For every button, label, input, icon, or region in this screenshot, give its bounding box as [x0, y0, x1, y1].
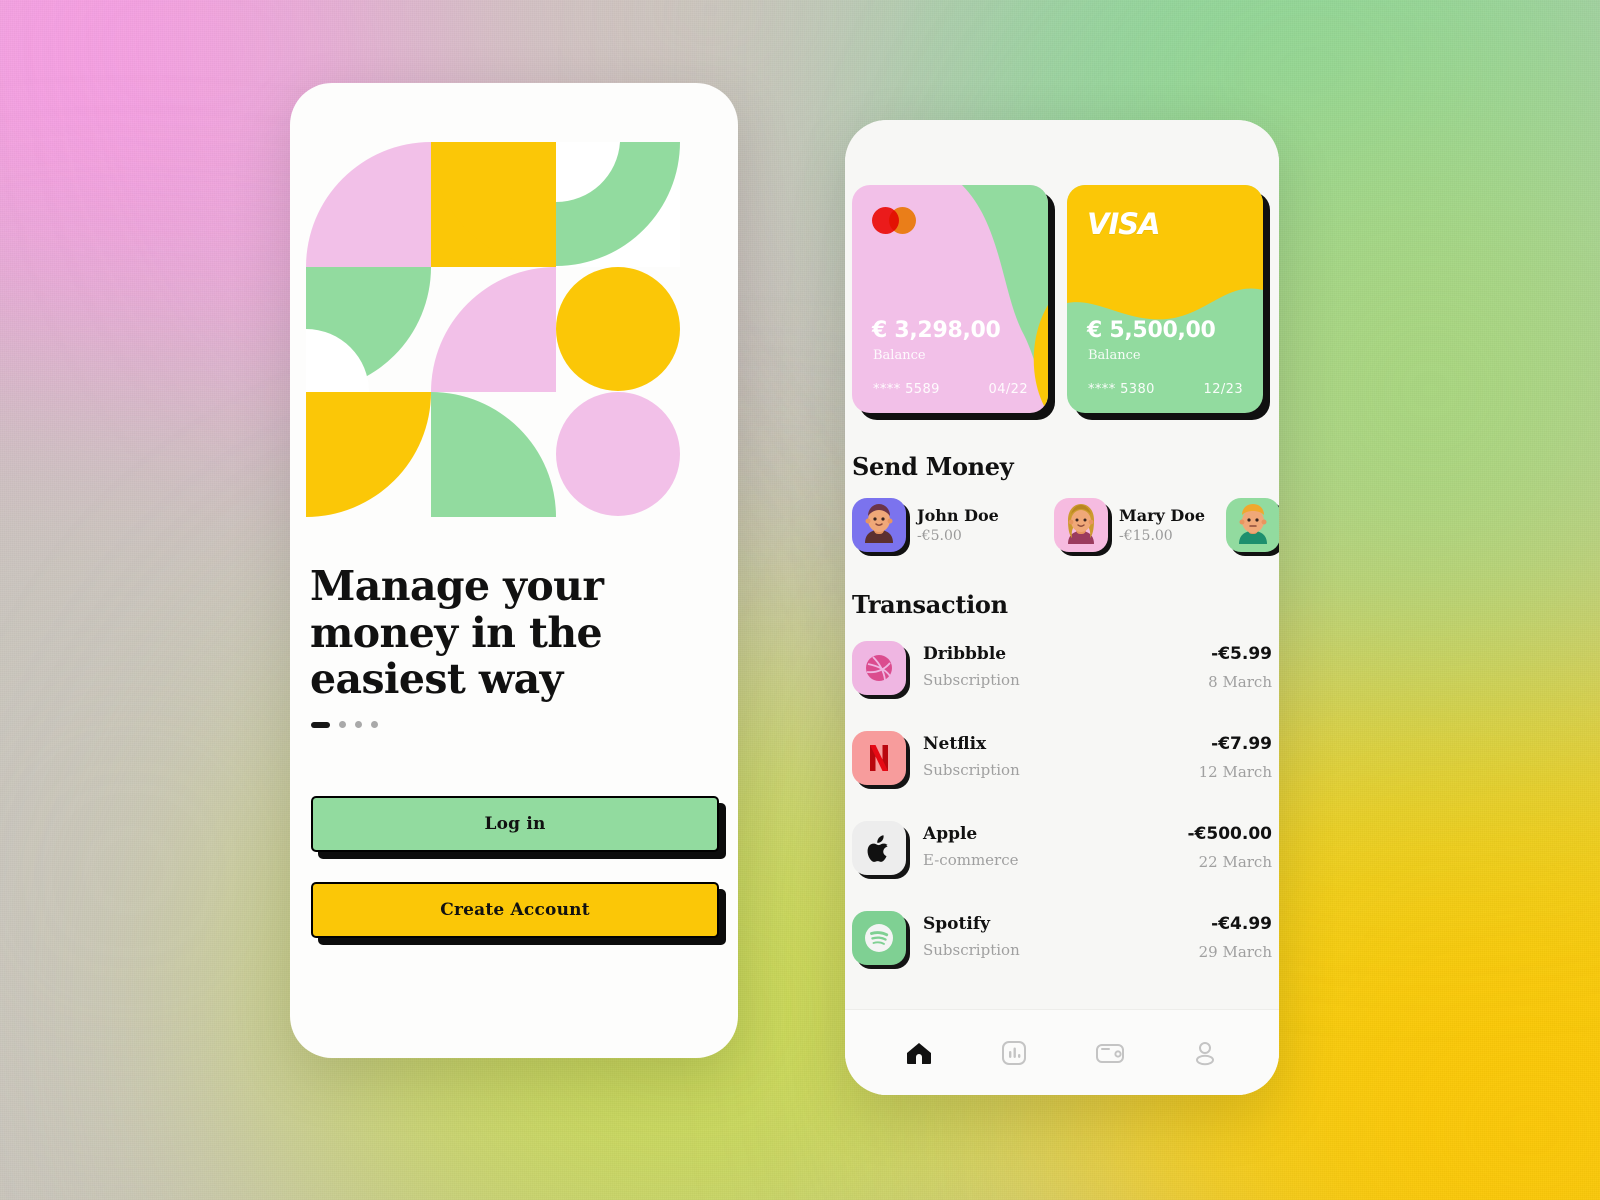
login-button[interactable]: Log in: [311, 796, 719, 852]
transaction-category: E-commerce: [923, 851, 1019, 869]
transaction-amount: -€500.00: [1187, 824, 1273, 844]
nav-item-statistics[interactable]: [991, 1030, 1037, 1076]
card-expiry: 04/22: [988, 382, 1028, 397]
transaction-merchant: Netflix: [923, 734, 987, 754]
apple-icon: [852, 821, 906, 875]
onboarding-headline: Manage your money in the easiest way: [310, 562, 604, 704]
geometric-pattern-svg: [306, 142, 680, 517]
table-row[interactable]: Dribbble Subscription -€5.99 8 March: [852, 633, 1272, 723]
spotify-icon: [852, 911, 906, 965]
onboarding-phone: Manage your money in the easiest way Log…: [290, 83, 738, 1058]
pagination-dot[interactable]: [355, 721, 362, 728]
table-row[interactable]: Netflix Subscription -€7.99 12 March: [852, 723, 1272, 813]
send-money-contacts[interactable]: John Doe -€5.00 Mary Doe -€15.00: [852, 498, 1279, 564]
card-balance-amount: € 5,500,00: [1087, 318, 1216, 343]
wallet-icon: [1095, 1043, 1124, 1063]
contact-amount: -€5.00: [917, 528, 962, 544]
send-money-contact[interactable]: John Doe -€5.00: [852, 498, 999, 552]
table-row[interactable]: Apple E-commerce -€500.00 22 March: [852, 813, 1272, 903]
boy-avatar-icon: [1239, 504, 1267, 544]
transaction-title: Transaction: [852, 590, 1008, 619]
card-balance-label: Balance: [1088, 348, 1141, 363]
background-gradient: [0, 0, 1600, 1200]
transaction-date: 12 March: [1198, 763, 1272, 781]
home-icon: [906, 1042, 931, 1064]
transaction-list: Dribbble Subscription -€5.99 8 March Net…: [852, 633, 1272, 993]
netflix-icon: [852, 731, 906, 785]
table-row[interactable]: Spotify Subscription -€4.99 29 March: [852, 903, 1272, 993]
card-number: **** 5380: [1088, 382, 1155, 397]
geometric-pattern-illustration: [306, 142, 680, 517]
card-balance-label: Balance: [873, 348, 926, 363]
payment-card-mastercard[interactable]: € 3,298,00 Balance **** 5589 04/22: [852, 185, 1048, 413]
person-icon: [1196, 1041, 1215, 1065]
pagination-dot-active[interactable]: [311, 721, 330, 728]
card-balance-amount: € 3,298,00: [872, 318, 1001, 343]
stats-icon: [1002, 1040, 1027, 1065]
send-money-title: Send Money: [852, 452, 1014, 481]
transaction-amount: -€5.99: [1211, 644, 1272, 664]
visa-wordmark: VISA: [1087, 207, 1161, 241]
transaction-category: Subscription: [923, 671, 1020, 689]
contact-amount: -€15.00: [1119, 528, 1173, 544]
transaction-date: 8 March: [1208, 673, 1272, 691]
bottom-navigation[interactable]: [845, 1009, 1279, 1095]
woman-avatar: [1054, 498, 1108, 552]
card-expiry: 12/23: [1203, 382, 1243, 397]
send-money-contact[interactable]: [1226, 498, 1279, 552]
send-money-contact[interactable]: Mary Doe -€15.00: [1054, 498, 1205, 552]
man-avatar-icon: [865, 504, 893, 543]
nav-item-wallet[interactable]: [1087, 1030, 1133, 1076]
dashboard-screen: € 3,298,00 Balance **** 5589 04/22 VISA …: [845, 120, 1279, 1095]
transaction-amount: -€4.99: [1211, 914, 1272, 934]
payment-card-visa[interactable]: VISA € 5,500,00 Balance **** 5380 12/23: [1067, 185, 1263, 413]
dribbble-icon: [852, 641, 906, 695]
transaction-category: Subscription: [923, 761, 1020, 779]
transaction-merchant: Apple: [923, 824, 978, 844]
pagination-dot[interactable]: [371, 721, 378, 728]
mastercard-icon: [872, 207, 916, 234]
woman-avatar-icon: [1068, 504, 1094, 544]
dashboard-phone: € 3,298,00 Balance **** 5589 04/22 VISA …: [845, 120, 1279, 1095]
pagination-dot[interactable]: [339, 721, 346, 728]
transaction-amount: -€7.99: [1211, 734, 1272, 754]
transaction-merchant: Dribbble: [923, 644, 1007, 664]
contact-name: John Doe: [917, 506, 999, 525]
nav-item-profile[interactable]: [1182, 1030, 1228, 1076]
cards-carousel[interactable]: € 3,298,00 Balance **** 5589 04/22 VISA …: [845, 185, 1279, 425]
card-number: **** 5589: [873, 382, 940, 397]
create-account-button[interactable]: Create Account: [311, 882, 719, 938]
contact-name: Mary Doe: [1119, 506, 1206, 525]
transaction-date: 29 March: [1198, 943, 1272, 961]
pagination-dots[interactable]: [311, 721, 378, 728]
transaction-category: Subscription: [923, 941, 1020, 959]
man-avatar: [852, 498, 906, 552]
transaction-merchant: Spotify: [923, 914, 991, 934]
nav-item-home[interactable]: [896, 1030, 942, 1076]
boy-avatar: [1226, 498, 1279, 552]
transaction-date: 22 March: [1198, 853, 1272, 871]
visa-icon: VISA: [1087, 207, 1161, 241]
